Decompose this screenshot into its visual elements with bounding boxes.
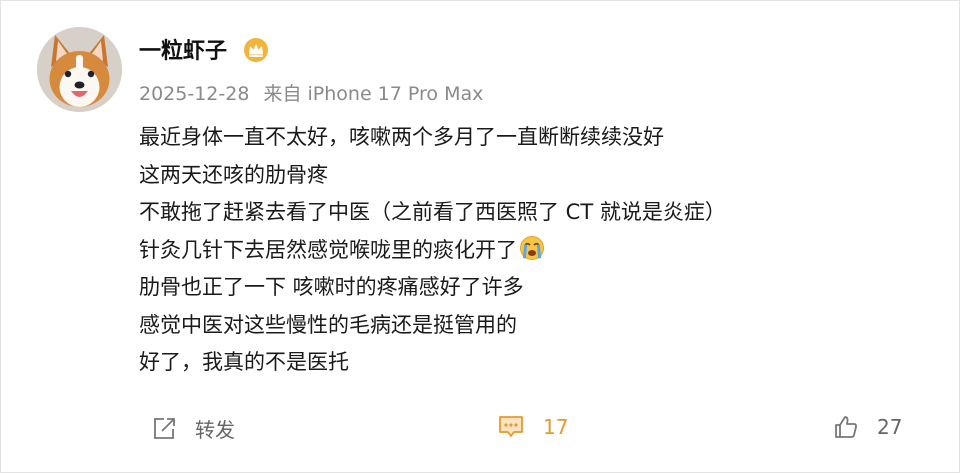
post-line-1: 最近身体一直不太好，咳嗽两个多月了一直断断续续没好 [139, 125, 664, 149]
post-line-4-text: 针灸几针下去居然感觉喉咙里的痰化开了 [139, 237, 517, 262]
like-count: 27 [877, 415, 903, 439]
post-line-3: 不敢拖了赶紧去看了中医（之前看了西医照了 CT 就说是炎症） [139, 200, 726, 224]
post-line-7: 好了，我真的不是医托 [139, 350, 349, 374]
action-bar: 转发 17 27 [1, 406, 960, 450]
comment-button[interactable]: 17 [497, 414, 568, 440]
comment-count: 17 [543, 415, 569, 439]
like-button[interactable]: 27 [833, 414, 902, 440]
share-icon [154, 417, 175, 439]
post-card: 一粒虾子 2025-12-28 来自 iPhone 17 Pro Max 最近身… [0, 0, 960, 473]
post-line-2: 这两天还咳的肋骨疼 [139, 162, 328, 187]
author-name[interactable]: 一粒虾子 [139, 33, 227, 65]
thumbs-up-icon [835, 416, 857, 438]
crying-emoji-icon [519, 235, 545, 261]
forward-label: 转发 [195, 418, 235, 442]
post-body: 最近身体一直不太好，咳嗽两个多月了一直断断续续没好 这两天还咳的肋骨疼 不敢拖了… [139, 119, 939, 382]
post-date: 2025-12-28 [139, 83, 250, 105]
post-meta: 2025-12-28 来自 iPhone 17 Pro Max [139, 79, 491, 106]
crown-badge-icon [243, 37, 269, 63]
post-line-6: 感觉中医对这些慢性的毛病还是挺管用的 [139, 312, 517, 337]
comment-icon [499, 416, 523, 437]
avatar[interactable] [37, 27, 122, 112]
post-source: 来自 iPhone 17 Pro Max [263, 83, 484, 105]
post-line-5: 肋骨也正了一下 咳嗽时的疼痛感好了许多 [139, 275, 524, 299]
forward-button[interactable]: 转发 [151, 414, 235, 443]
post-line-4: 针灸几针下去居然感觉喉咙里的痰化开了 [139, 232, 939, 270]
